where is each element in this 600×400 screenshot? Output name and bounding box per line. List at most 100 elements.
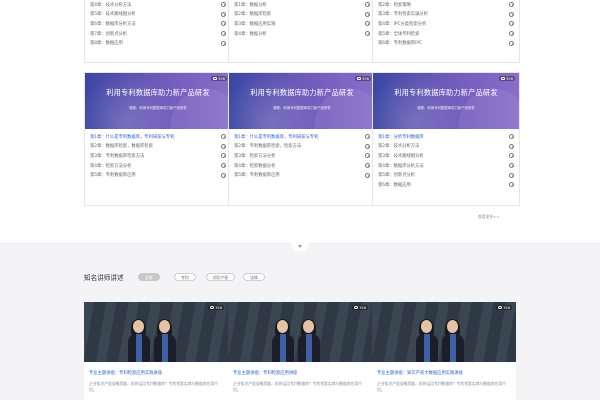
banner-title: 利用专利数据库助力新产品研发	[250, 88, 354, 97]
chapter-row[interactable]: 第3章：检索方法分析	[234, 151, 370, 161]
lecturer-card-1[interactable]: 356 专业主题讲座：专利检索应用实践讲座 企业知识产权战略思路，如何运用专利数…	[84, 302, 228, 400]
play-circle-icon[interactable]	[221, 153, 226, 159]
lecturer-card-2[interactable]: 356 专业主题讲座：专利检索应用讲座 企业知识产权战略思路，如何运用专利数据库…	[228, 302, 372, 400]
play-circle-icon[interactable]	[509, 31, 514, 37]
view-count-badge: 356	[208, 305, 224, 310]
top-chapter-card-3: 第2章：检索策略 第3章：专利检索实操分析 第4章：IPC分类检索分析 第5章：…	[372, 0, 520, 63]
play-circle-icon[interactable]	[509, 182, 514, 188]
chevron-down-icon	[298, 245, 302, 248]
play-circle-icon[interactable]	[221, 40, 226, 46]
lecture-title[interactable]: 专业主题讲座：专利检索应用讲座	[233, 370, 297, 376]
play-circle-icon[interactable]	[509, 134, 514, 140]
play-circle-icon[interactable]	[509, 11, 514, 17]
view-count-badge: 356	[352, 305, 368, 310]
play-circle-icon[interactable]	[221, 21, 226, 27]
chapter-row[interactable]: 第4章：IPC分类检索分析	[378, 19, 514, 29]
section-title: 知名讲师讲述	[84, 274, 124, 282]
play-circle-icon[interactable]	[365, 172, 370, 178]
play-circle-icon[interactable]	[221, 31, 226, 37]
banner-title: 利用专利数据库助力新产品研发	[394, 88, 498, 97]
lecturer-photo[interactable]: 356	[372, 302, 516, 362]
chapter-row[interactable]: 第4章：数据库分析方法	[378, 161, 514, 171]
play-circle-icon[interactable]	[221, 134, 226, 140]
chapter-row[interactable]: 第3章：专利检索实操分析	[378, 10, 514, 20]
play-circle-icon[interactable]	[365, 2, 370, 8]
view-count-badge: 356	[211, 76, 227, 81]
chapter-row[interactable]: 第4章：技术分析方法	[90, 0, 226, 10]
play-circle-icon[interactable]	[365, 11, 370, 17]
chapter-row[interactable]: 第8章：数据应用	[90, 38, 226, 48]
course-card-2[interactable]: 356 利用专利数据库助力新产品研发 课程：利用专利数据库助力新产品研发 第1章…	[228, 72, 376, 206]
chapter-row[interactable]: 第1章：分析专利数据库	[378, 132, 514, 142]
chapter-row[interactable]: 第6章：数据应用	[378, 180, 514, 190]
eye-icon	[213, 77, 218, 80]
play-circle-icon[interactable]	[509, 21, 514, 27]
lecture-description: 企业知识产权战略思路，如何运用专利数据库？专利检索实践与数据库应用介绍。	[89, 381, 219, 392]
top-chapter-card-2: 第1章：数据分析 第2章：数据库检索 第3章：数据应用实践 第4章：数据分析	[228, 0, 376, 63]
play-circle-icon[interactable]	[365, 143, 370, 149]
banner-subtitle: 课程：利用专利数据库助力新产品研发	[417, 106, 475, 110]
lecturer-photo[interactable]: 356	[228, 302, 372, 362]
chapter-row[interactable]: 第1章：什么是专利数据库，专利研发与专利	[234, 132, 370, 142]
play-circle-icon[interactable]	[365, 31, 370, 37]
play-circle-icon[interactable]	[509, 172, 514, 178]
tab-ip[interactable]: 知识产权	[206, 273, 236, 281]
play-circle-icon[interactable]	[509, 163, 514, 169]
play-circle-icon[interactable]	[509, 2, 514, 8]
play-circle-icon[interactable]	[509, 143, 514, 149]
lecture-description: 企业知识产权战略思路，如何运用专利数据库？专利检索实践与数据库应用介绍。	[233, 381, 363, 392]
chapter-row[interactable]: 第1章：数据分析	[234, 0, 370, 10]
lecture-title[interactable]: 专业主题讲座：知识产权大数据应用实践讲座	[377, 370, 463, 376]
play-circle-icon[interactable]	[221, 11, 226, 17]
chapter-row[interactable]: 第3章：数据应用实践	[234, 19, 370, 29]
play-circle-icon[interactable]	[365, 163, 370, 169]
lecturer-photo[interactable]: 356	[84, 302, 228, 362]
chapter-row[interactable]: 第2章：专利数据库检索，检索方法	[234, 142, 370, 152]
chapter-row[interactable]: 第2章：数据库检索	[234, 10, 370, 20]
chapter-row[interactable]: 第5章：专利数据库应用	[234, 170, 370, 180]
chapter-row[interactable]: 第7章：创新点分析	[90, 29, 226, 39]
chapter-row[interactable]: 第4章：数据分析	[234, 29, 370, 39]
chapter-row[interactable]: 第1章：什么是专利数据库，专利研发与专利	[90, 132, 226, 142]
lecturer-card-3[interactable]: 356 专业主题讲座：知识产权大数据应用实践讲座 企业知识产权战略思路，如何运用…	[372, 302, 516, 400]
chapter-row[interactable]: 第3章：技术路线图分析	[378, 151, 514, 161]
lecture-title[interactable]: 专业主题讲座：专利检索应用实践讲座	[89, 370, 162, 376]
chapter-row[interactable]: 第4章：检索方法分析	[90, 161, 226, 171]
chapter-row[interactable]: 第5章：专利数据库应用	[90, 170, 226, 180]
eye-icon	[501, 77, 506, 80]
tab-patent[interactable]: 专利	[174, 273, 196, 281]
chapter-row[interactable]: 第6章：专利数据库IPC	[378, 38, 514, 48]
banner-subtitle: 课程：利用专利数据库助力新产品研发	[273, 106, 331, 110]
course-banner[interactable]: 356 利用专利数据库助力新产品研发 课程：利用专利数据库助力新产品研发	[373, 73, 519, 129]
course-banner[interactable]: 356 利用专利数据库助力新产品研发 课程：利用专利数据库助力新产品研发	[85, 73, 231, 129]
play-circle-icon[interactable]	[221, 143, 226, 149]
play-circle-icon[interactable]	[221, 2, 226, 8]
play-circle-icon[interactable]	[509, 153, 514, 159]
tab-all[interactable]: 全部	[138, 273, 160, 281]
chapter-row[interactable]: 第5章：全球专利检索	[378, 29, 514, 39]
play-circle-icon[interactable]	[221, 172, 226, 178]
chapter-list: 第1章：什么是专利数据库，专利研发与专利 第2章：数据库检索，数据库检索 第3章…	[85, 129, 231, 180]
course-banner[interactable]: 356 利用专利数据库助力新产品研发 课程：利用专利数据库助力新产品研发	[229, 73, 375, 129]
chapter-row[interactable]: 第2章：数据库检索，数据库检索	[90, 142, 226, 152]
chapter-row[interactable]: 第2章：技术分析方法	[378, 142, 514, 152]
play-circle-icon[interactable]	[365, 134, 370, 140]
chapter-row[interactable]: 第2章：检索策略	[378, 0, 514, 10]
chapter-row[interactable]: 第4章：检索数据分析	[234, 161, 370, 171]
chapter-row[interactable]: 第5章：技术路线图分析	[90, 10, 226, 20]
banner-title: 利用专利数据库助力新产品研发	[106, 88, 210, 97]
tab-law[interactable]: 法律	[243, 273, 265, 281]
course-card-1[interactable]: 356 利用专利数据库助力新产品研发 课程：利用专利数据库助力新产品研发 第1章…	[84, 72, 232, 206]
chapter-row[interactable]: 第6章：数据库分析方法	[90, 19, 226, 29]
view-count-badge: 356	[496, 305, 512, 310]
see-more-link[interactable]: 查看更多>>	[478, 214, 500, 220]
play-circle-icon[interactable]	[509, 40, 514, 46]
course-card-3[interactable]: 356 利用专利数据库助力新产品研发 课程：利用专利数据库助力新产品研发 第1章…	[372, 72, 520, 206]
play-circle-icon[interactable]	[221, 163, 226, 169]
chapter-row[interactable]: 第5章：创新点分析	[378, 170, 514, 180]
eye-icon	[354, 306, 359, 309]
chapter-row[interactable]: 第3章：专利数据库检索方法	[90, 151, 226, 161]
view-count-badge: 356	[499, 76, 515, 81]
play-circle-icon[interactable]	[365, 21, 370, 27]
play-circle-icon[interactable]	[365, 153, 370, 159]
